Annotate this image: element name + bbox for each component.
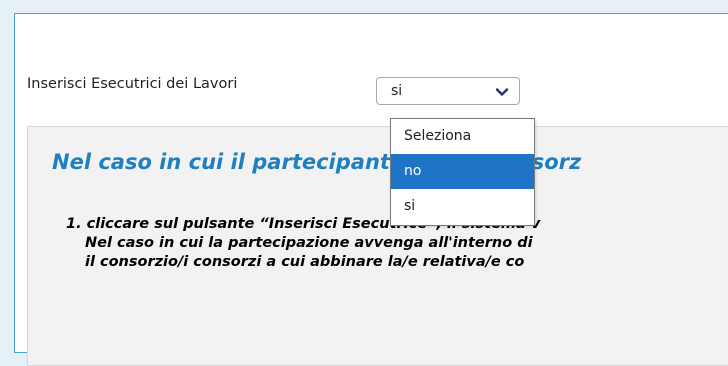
select-dropdown-list: Seleziona no si	[390, 118, 535, 226]
instruction-line: il consorzio/i consorzi a cui abbinare l…	[85, 254, 525, 270]
instruction-line: Nel caso in cui la partecipazione avveng…	[85, 235, 533, 251]
select-current-value: si	[391, 83, 403, 99]
esecutrici-label: Inserisci Esecutrici dei Lavori	[27, 76, 238, 92]
info-panel: Nel caso in cui il partecipante sia un c…	[27, 126, 728, 366]
chevron-down-icon	[495, 84, 509, 103]
option-seleziona[interactable]: Seleziona	[391, 119, 534, 154]
esecutrici-select[interactable]: si	[376, 77, 520, 105]
option-si[interactable]: si	[391, 189, 534, 224]
option-no[interactable]: no	[391, 154, 534, 189]
